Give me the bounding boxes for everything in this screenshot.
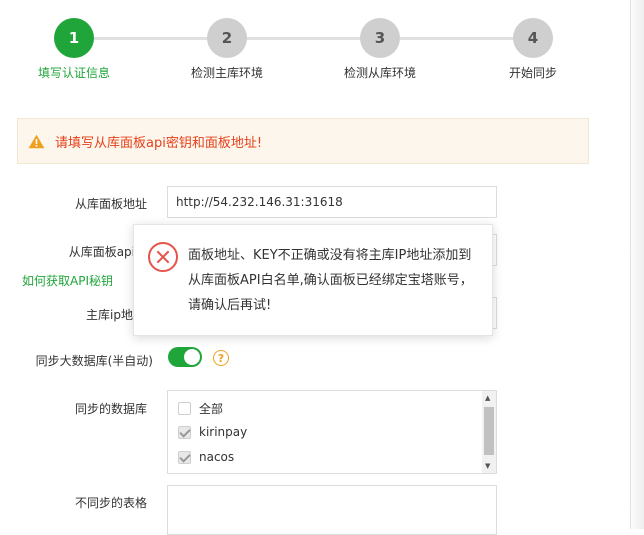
scrollbar-thumb[interactable] [484, 407, 494, 455]
warning-icon [28, 134, 45, 148]
listbox-scrollbar[interactable]: ▲ ▼ [482, 391, 496, 473]
master-ip-label: 主库ip地 [86, 308, 133, 322]
how-to-get-api-key-link[interactable]: 如何获取API秘钥 [22, 272, 113, 289]
step-2-circle: 2 [207, 18, 247, 58]
error-message-text: 面板地址、KEY不正确或没有将主库IP地址添加到从库面板API白名单,确认面板已… [188, 248, 473, 313]
database-name: nacos [199, 450, 235, 464]
checkbox[interactable] [178, 425, 191, 439]
step-2-label: 检测主库环境 [190, 66, 263, 80]
databases-label: 同步的数据库 [74, 402, 147, 416]
step-1-label: 填写认证信息 [37, 66, 110, 80]
error-message-popup: 面板地址、KEY不正确或没有将主库IP地址添加到从库面板API白名单,确认面板已… [133, 224, 493, 336]
slave-panel-url-label: 从库面板地址 [74, 197, 147, 211]
databases-listbox[interactable]: 全部 kirinpay nacos ▲ ▼ [167, 390, 497, 474]
step-3-label: 检测从库环境 [343, 66, 416, 80]
list-item[interactable]: 全部 [178, 400, 223, 417]
database-name: 全部 [199, 402, 224, 416]
database-name: kirinpay [199, 425, 248, 439]
excluded-tables-textarea[interactable] [167, 485, 497, 535]
help-icon[interactable]: ? [213, 350, 229, 366]
checkbox[interactable] [178, 450, 191, 464]
sync-big-db-label: 同步大数据库(半自动) [35, 354, 153, 368]
step-3-circle: 3 [360, 18, 400, 58]
slave-api-key-label: 从库面板api密 [68, 245, 147, 259]
list-item[interactable]: kirinpay [178, 425, 247, 439]
checkbox[interactable] [178, 402, 191, 415]
error-circle-icon [148, 242, 178, 272]
warning-alert: 请填写从库面板api密钥和面板地址! [17, 118, 589, 164]
warning-text: 请填写从库面板api密钥和面板地址! [55, 135, 263, 151]
scroll-down-arrow-icon[interactable]: ▼ [485, 462, 490, 470]
step-connector [400, 37, 514, 40]
page-edge-shadow [628, 0, 644, 529]
step-connector [94, 37, 208, 40]
step-4-circle: 4 [513, 18, 553, 58]
step-4-label: 开始同步 [508, 66, 557, 80]
list-item[interactable]: nacos [178, 450, 234, 464]
step-1-circle: 1 [54, 18, 94, 58]
scroll-up-arrow-icon[interactable]: ▲ [485, 394, 490, 402]
slave-panel-url-input[interactable]: http://54.232.146.31:31618 [167, 186, 497, 218]
excluded-tables-label: 不同步的表格 [74, 496, 147, 510]
sync-big-db-toggle[interactable] [168, 347, 202, 367]
step-connector [246, 37, 360, 40]
toggle-knob [184, 349, 200, 365]
